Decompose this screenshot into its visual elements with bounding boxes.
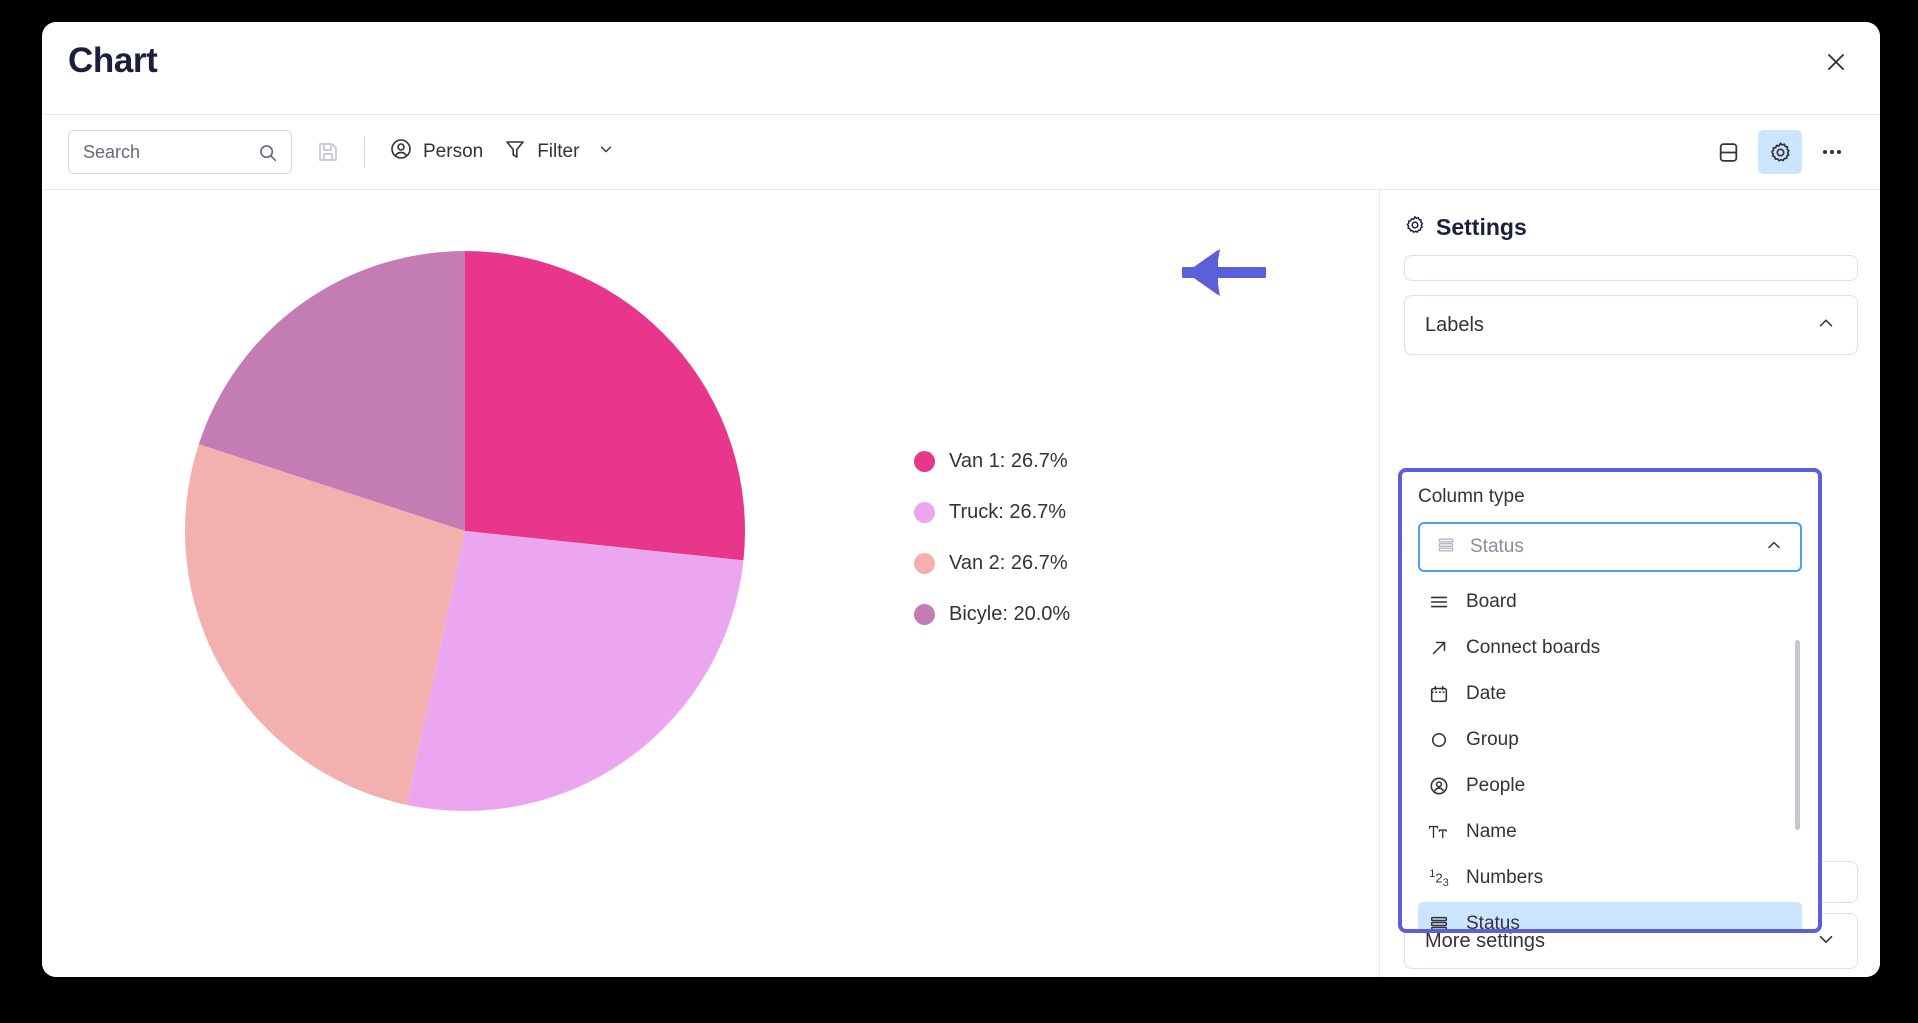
chart-modal-window: Chart Search Person Filter Van 1: 26.7% … [42, 22, 1880, 977]
dropdown-option-group[interactable]: Group [1418, 718, 1802, 762]
pie-slice-truck[interactable] [406, 531, 744, 811]
labels-section-label: Labels [1425, 313, 1484, 336]
legend-label: Van 1: 26.7% [949, 450, 1068, 472]
pie-slice-van-1[interactable] [465, 251, 745, 561]
toolbar-divider [364, 136, 365, 168]
legend-color-swatch [914, 502, 935, 523]
legend-color-swatch [914, 604, 935, 625]
split-view-icon[interactable] [1706, 130, 1750, 174]
person-filter-button[interactable]: Person [379, 130, 493, 174]
chevron-down-icon [597, 140, 615, 164]
chevron-up-icon [1764, 535, 1784, 560]
circle-icon [1428, 729, 1450, 751]
legend-label: Van 2: 26.7% [949, 552, 1068, 574]
dropdown-option-label: People [1466, 775, 1526, 796]
window-titlebar: Chart [42, 22, 1880, 114]
person-circle-icon [1428, 775, 1450, 797]
dropdown-option-label: Board [1466, 591, 1517, 612]
settings-panel: Settings Labels More settings Column typ… [1380, 190, 1880, 977]
dropdown-option-date[interactable]: Date [1418, 672, 1802, 716]
chevron-up-icon [1815, 312, 1837, 339]
column-type-dropdown: Column type Status Board Connect boards … [1398, 468, 1822, 933]
dropdown-option-people[interactable]: People [1418, 764, 1802, 808]
search-icon [257, 142, 279, 169]
search-input[interactable] [83, 141, 277, 163]
close-icon[interactable] [1816, 42, 1856, 82]
legend-item[interactable]: Truck: 26.7% [914, 501, 1070, 524]
dropdown-option-connect-boards[interactable]: Connect boards [1418, 626, 1802, 670]
legend-color-swatch [914, 451, 935, 472]
chart-canvas-area: Van 1: 26.7% Truck: 26.7% Van 2: 26.7% Bicy… [42, 190, 1380, 977]
dropdown-option-board[interactable]: Board [1418, 580, 1802, 624]
numbers-123-icon: 123 [1429, 867, 1449, 889]
page-title: Chart [68, 41, 158, 80]
person-icon [389, 137, 413, 167]
settings-title: Settings [1436, 214, 1527, 240]
dropdown-option-label: Connect boards [1466, 637, 1601, 658]
filter-button[interactable]: Filter [493, 130, 625, 174]
toolbar-right-group [1706, 130, 1854, 174]
chart-legend: Van 1: 26.7% Truck: 26.7% Van 2: 26.7% Bicy… [914, 450, 1070, 626]
scrolled-card-stub [1404, 255, 1858, 281]
legend-color-swatch [914, 553, 935, 574]
pie-chart [182, 248, 748, 819]
person-label: Person [423, 141, 484, 162]
labels-section-card: Labels [1404, 295, 1858, 355]
gear-icon [1404, 214, 1426, 241]
dropdown-option-label: Numbers [1466, 867, 1544, 888]
diagonal-arrow-icon [1428, 637, 1450, 659]
toolbar: Person Filter [42, 114, 1880, 190]
column-type-label: Column type [1418, 486, 1525, 507]
legend-label: Bicyle: 20.0% [949, 603, 1071, 625]
legend-label: Truck: 26.7% [949, 501, 1067, 523]
screen: Chart Search Person Filter Van 1: 26.7% … [0, 0, 1918, 1023]
settings-header: Settings [1404, 214, 1858, 241]
column-type-option-list[interactable]: Board Connect boards Date Group People Name 12… [1418, 580, 1802, 932]
dropdown-option-label: Date [1466, 683, 1507, 704]
filter-funnel-icon [503, 137, 527, 167]
legend-item[interactable]: Van 2: 26.7% [914, 552, 1070, 575]
dropdown-option-label: Name [1466, 821, 1517, 842]
dropdown-scrollbar[interactable] [1795, 640, 1800, 830]
text-tt-icon [1428, 821, 1450, 843]
dropdown-option-status[interactable]: Status [1418, 902, 1802, 932]
status-bars-icon [1436, 535, 1456, 560]
calendar-icon [1428, 683, 1450, 705]
dropdown-option-label: Group [1466, 729, 1519, 750]
scrolled-card-ghost-text [1485, 256, 1490, 262]
legend-item[interactable]: Van 1: 26.7% [914, 450, 1070, 473]
dropdown-option-name[interactable]: Name [1418, 810, 1802, 854]
pie-chart-svg[interactable] [182, 248, 748, 814]
legend-item[interactable]: Bicyle: 20.0% [914, 603, 1070, 626]
status-bars-icon [1428, 913, 1450, 929]
column-type-select[interactable]: Status [1418, 522, 1802, 572]
column-type-selected-value: Status [1470, 536, 1524, 557]
search-input-wrapper[interactable] [68, 130, 292, 174]
labels-section-header[interactable]: Labels [1405, 296, 1857, 354]
dropdown-option-label: Status [1466, 913, 1520, 932]
more-dots-icon[interactable] [1810, 130, 1854, 174]
dropdown-option-numbers[interactable]: 123 Numbers [1418, 856, 1802, 900]
gear-icon[interactable] [1758, 130, 1802, 174]
window-body: Van 1: 26.7% Truck: 26.7% Van 2: 26.7% Bicy… [42, 190, 1880, 977]
board-lines-icon [1428, 591, 1450, 613]
save-disk-icon[interactable] [306, 130, 350, 174]
filter-label: Filter [537, 141, 580, 162]
